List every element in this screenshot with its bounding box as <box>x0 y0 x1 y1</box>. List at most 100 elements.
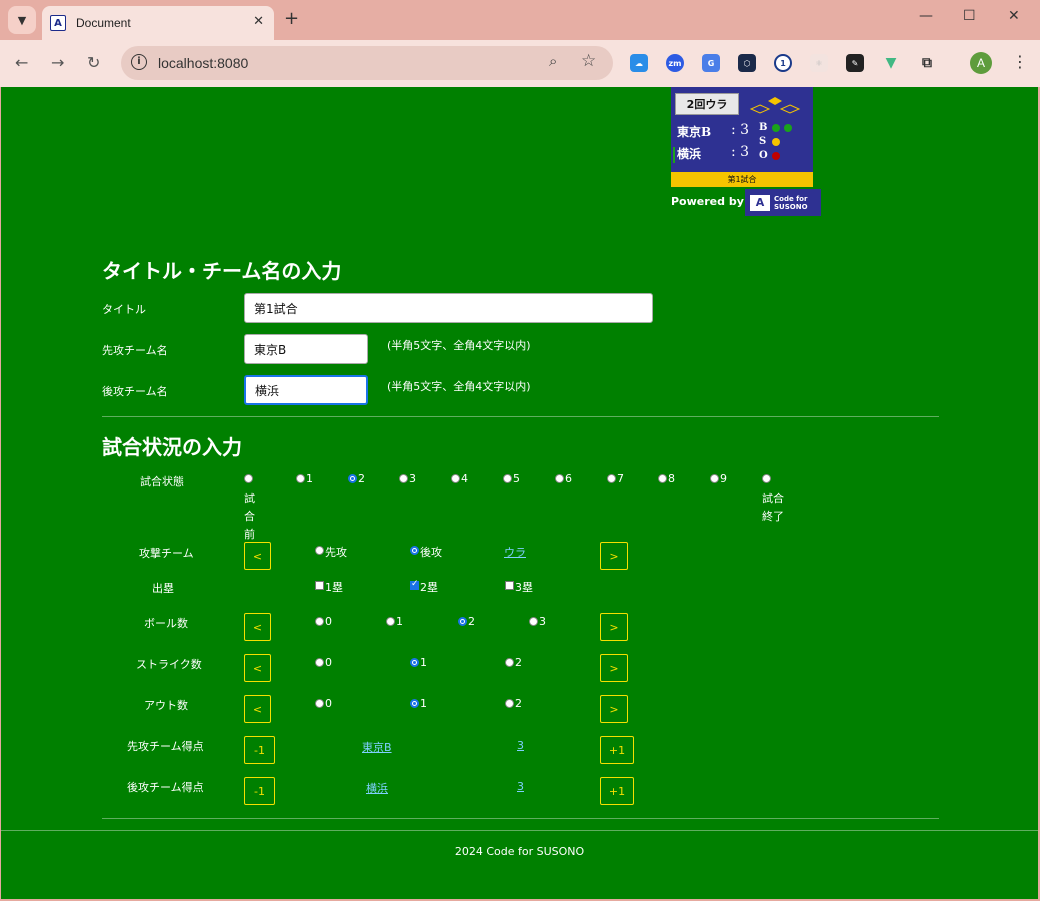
out-label-2: 2 <box>515 697 522 710</box>
strike-label-2: 2 <box>515 656 522 669</box>
cfs-logo-icon: A <box>750 194 770 211</box>
base-checkbox-3[interactable] <box>505 581 514 590</box>
strike-count-label: ストライク数 <box>136 658 202 671</box>
title-input[interactable] <box>244 293 653 323</box>
react-extension-icon[interactable]: ⚛ <box>810 54 828 72</box>
attack-radio-away[interactable] <box>315 546 324 555</box>
url-text[interactable]: localhost:8080 <box>158 55 248 71</box>
eyedropper-extension-icon[interactable]: ✎ <box>846 54 864 72</box>
state-radio-end[interactable] <box>762 474 771 483</box>
close-icon[interactable]: ✕ <box>253 14 264 29</box>
state-label-7: 7 <box>617 472 624 485</box>
out-radio-0[interactable] <box>315 699 324 708</box>
scoreboard-home-team: 横浜 <box>677 147 702 161</box>
away-score-team-link[interactable]: 東京B <box>362 739 392 755</box>
scoreboard-o-label: O <box>759 150 768 161</box>
bookmark-star-icon[interactable]: ☆ <box>581 51 596 71</box>
ball-radio-1[interactable] <box>386 617 395 626</box>
code-for-susono-logo: A Code for SUSONO <box>745 189 821 216</box>
state-radio-3[interactable] <box>399 474 408 483</box>
strike-label-1: 1 <box>420 656 427 669</box>
strike-radio-2[interactable] <box>505 658 514 667</box>
window-close-icon[interactable]: ✕ <box>1008 8 1020 24</box>
home-score-minus-button[interactable]: -1 <box>244 777 275 805</box>
state-radio-pre[interactable] <box>244 474 253 483</box>
new-tab-button[interactable]: + <box>284 8 299 29</box>
tab-title: Document <box>76 16 131 30</box>
home-score-value-link[interactable]: 3 <box>517 780 524 793</box>
ball-label-2: 2 <box>468 615 475 628</box>
state-radio-4[interactable] <box>451 474 460 483</box>
away-length-note: (半角5文字、全角4文字以内) <box>387 339 531 352</box>
password-extension-icon[interactable]: 1 <box>774 54 792 72</box>
away-score-plus-button[interactable]: +1 <box>600 736 634 764</box>
away-score-minus-button[interactable]: -1 <box>244 736 275 764</box>
favicon-icon: A <box>50 15 66 31</box>
base-checkbox-2[interactable] <box>410 579 419 590</box>
reload-icon[interactable]: ↻ <box>87 53 100 72</box>
away-score-value-link[interactable]: 3 <box>517 739 524 752</box>
attack-prev-button[interactable]: < <box>244 542 271 570</box>
site-info-icon[interactable]: i <box>131 54 147 70</box>
zoom-icon[interactable]: ⌕ <box>549 52 557 70</box>
profile-avatar[interactable]: A <box>970 52 992 74</box>
out-label-0: 0 <box>325 697 332 710</box>
strike-radio-1[interactable] <box>410 658 419 667</box>
ball-radio-2[interactable] <box>458 617 467 626</box>
state-label-8: 8 <box>668 472 675 485</box>
state-label-3: 3 <box>409 472 416 485</box>
home-score-plus-button[interactable]: +1 <box>600 777 634 805</box>
state-radio-1[interactable] <box>296 474 305 483</box>
state-label-2: 2 <box>358 472 365 485</box>
home-team-input[interactable] <box>244 375 368 405</box>
state-radio-8[interactable] <box>658 474 667 483</box>
maximize-icon[interactable]: ☐ <box>963 8 976 24</box>
cloud-extension-icon[interactable]: ☁ <box>630 54 648 72</box>
strike-radio-0[interactable] <box>315 658 324 667</box>
vue-extension-icon[interactable]: ▼ <box>882 54 900 72</box>
back-icon[interactable]: ← <box>15 53 28 72</box>
chevron-down-icon: ▼ <box>17 13 27 27</box>
ball-radio-3[interactable] <box>529 617 538 626</box>
footer-divider <box>1 830 1038 831</box>
out-radio-2[interactable] <box>505 699 514 708</box>
address-bar[interactable]: i localhost:8080 ⌕ ☆ <box>121 46 613 80</box>
browser-tab[interactable]: A Document ✕ <box>42 6 274 40</box>
out-prev-button[interactable]: < <box>244 695 271 723</box>
strike-next-button[interactable]: > <box>600 654 628 682</box>
attack-next-button[interactable]: > <box>600 542 628 570</box>
page-viewport: 2回ウラ 東京B : 3 横浜 : 3 B S O 第1試合 Powered b… <box>1 87 1038 899</box>
state-radio-7[interactable] <box>607 474 616 483</box>
attack-half-link[interactable]: ウラ <box>504 544 526 560</box>
ball-prev-button[interactable]: < <box>244 613 271 641</box>
home-score-label: 後攻チーム得点 <box>127 781 204 794</box>
attack-label-home: 後攻 <box>420 546 442 559</box>
tab-search-button[interactable]: ▼ <box>8 6 36 34</box>
away-team-input[interactable] <box>244 334 368 364</box>
state-radio-2[interactable] <box>348 474 357 483</box>
base-label-2: 2塁 <box>420 581 438 594</box>
strike-prev-button[interactable]: < <box>244 654 271 682</box>
extensions-puzzle-icon[interactable]: ⧉ <box>918 54 936 72</box>
strike-label-0: 0 <box>325 656 332 669</box>
ball-radio-0[interactable] <box>315 617 324 626</box>
state-label-end: 試合終了 <box>762 492 784 523</box>
out-next-button[interactable]: > <box>600 695 628 723</box>
zoom-extension-icon[interactable]: zm <box>666 54 684 72</box>
state-radio-6[interactable] <box>555 474 564 483</box>
hexagon-extension-icon[interactable]: ⬡ <box>738 54 756 72</box>
state-radio-9[interactable] <box>710 474 719 483</box>
browser-toolbar: ← → ↻ i localhost:8080 ⌕ ☆ ☁ zm G ⬡ 1 ⚛ … <box>0 40 1040 87</box>
translate-extension-icon[interactable]: G <box>702 54 720 72</box>
forward-icon[interactable]: → <box>51 53 64 72</box>
base-label-1: 1塁 <box>325 581 343 594</box>
minimize-icon[interactable]: — <box>919 8 933 24</box>
base-checkbox-1[interactable] <box>315 581 324 590</box>
divider <box>102 416 939 417</box>
menu-kebab-icon[interactable]: ⋮ <box>1012 52 1028 71</box>
attack-radio-home[interactable] <box>410 546 419 555</box>
out-radio-1[interactable] <box>410 699 419 708</box>
home-score-team-link[interactable]: 横浜 <box>366 780 388 796</box>
ball-next-button[interactable]: > <box>600 613 628 641</box>
state-radio-5[interactable] <box>503 474 512 483</box>
